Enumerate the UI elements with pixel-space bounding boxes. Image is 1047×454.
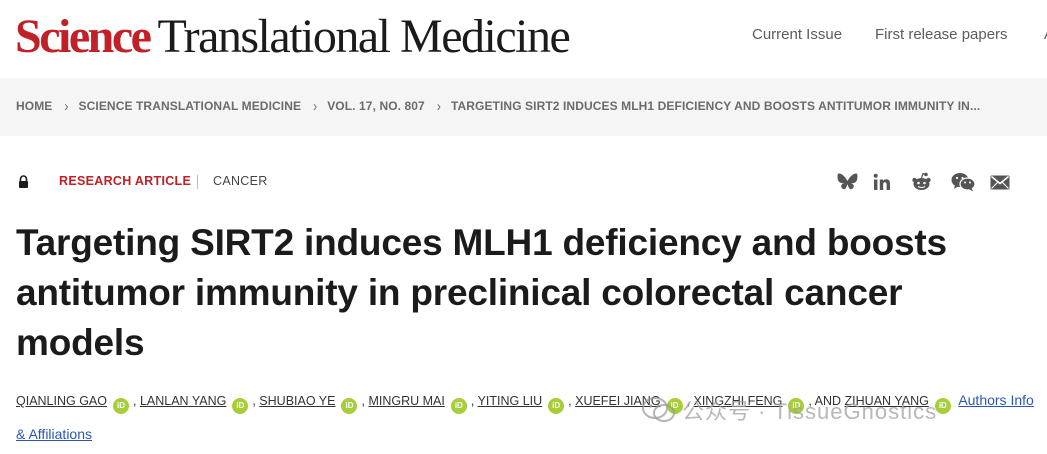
lock-icon — [18, 175, 29, 193]
nav-current-issue[interactable]: Current Issue — [752, 26, 842, 43]
bluesky-icon[interactable] — [836, 171, 858, 193]
orcid-icon[interactable]: iD — [232, 398, 249, 414]
chevron-right-icon: › — [313, 97, 318, 115]
linkedin-icon[interactable] — [871, 171, 893, 193]
authors-info-link[interactable]: Authors Info — [958, 392, 1034, 408]
orcid-icon[interactable]: iD — [113, 398, 129, 414]
chevron-right-icon: › — [64, 97, 69, 115]
author-name[interactable]: YITING LIU — [478, 394, 543, 408]
author-name[interactable]: QIANLING GAO — [16, 394, 107, 408]
watermark: 公众号 · TissueGnostics — [642, 394, 937, 430]
site-header: Science Translational Medicine Current Is… — [0, 0, 1047, 78]
chevron-right-icon: › — [436, 97, 441, 115]
affiliations-link[interactable]: & Affiliations — [16, 426, 92, 442]
orcid-icon[interactable]: iD — [450, 398, 467, 414]
article-title: Targeting SIRT2 induces MLH1 deficiency … — [16, 222, 947, 363]
wechat-icon[interactable] — [950, 171, 976, 193]
reddit-icon[interactable] — [910, 171, 932, 193]
breadcrumb-bar: HOME › SCIENCE TRANSLATIONAL MEDICINE › VOL.… — [0, 78, 1047, 136]
subject-label[interactable]: CANCER — [213, 174, 268, 188]
breadcrumb-issue[interactable]: VOL. 17, NO. 807 — [327, 99, 425, 113]
breadcrumb: HOME › SCIENCE TRANSLATIONAL MEDICINE › VOL.… — [16, 97, 981, 115]
author-name[interactable]: LANLAN YANG — [140, 394, 226, 408]
breadcrumb-journal[interactable]: SCIENCE TRANSLATIONAL MEDICINE — [79, 99, 302, 113]
orcid-icon[interactable]: iD — [934, 398, 951, 414]
orcid-icon[interactable]: iD — [341, 398, 358, 414]
logo-science: Science — [15, 10, 152, 63]
author-name[interactable]: MINGRU MAI — [368, 394, 444, 408]
watermark-text: 公众号 · TissueGnostics — [682, 399, 938, 424]
email-icon[interactable] — [989, 171, 1011, 193]
nav-first-release[interactable]: First release papers — [875, 26, 1008, 43]
wechat-watermark-icon — [642, 396, 676, 430]
breadcrumb-home[interactable]: HOME — [16, 99, 52, 113]
divider — [197, 175, 198, 189]
breadcrumb-article: TARGETING SIRT2 INDUCES MLH1 DEFICIENCY … — [450, 99, 981, 113]
logo-title: Translational Medicine — [157, 10, 570, 63]
journal-logo[interactable]: Science Translational Medicine — [15, 9, 571, 65]
share-bar — [836, 171, 1016, 195]
author-name[interactable]: SHUBIAO YE — [259, 394, 335, 408]
orcid-icon[interactable]: iD — [548, 398, 565, 414]
article-type-label: RESEARCH ARTICLE — [59, 174, 192, 188]
